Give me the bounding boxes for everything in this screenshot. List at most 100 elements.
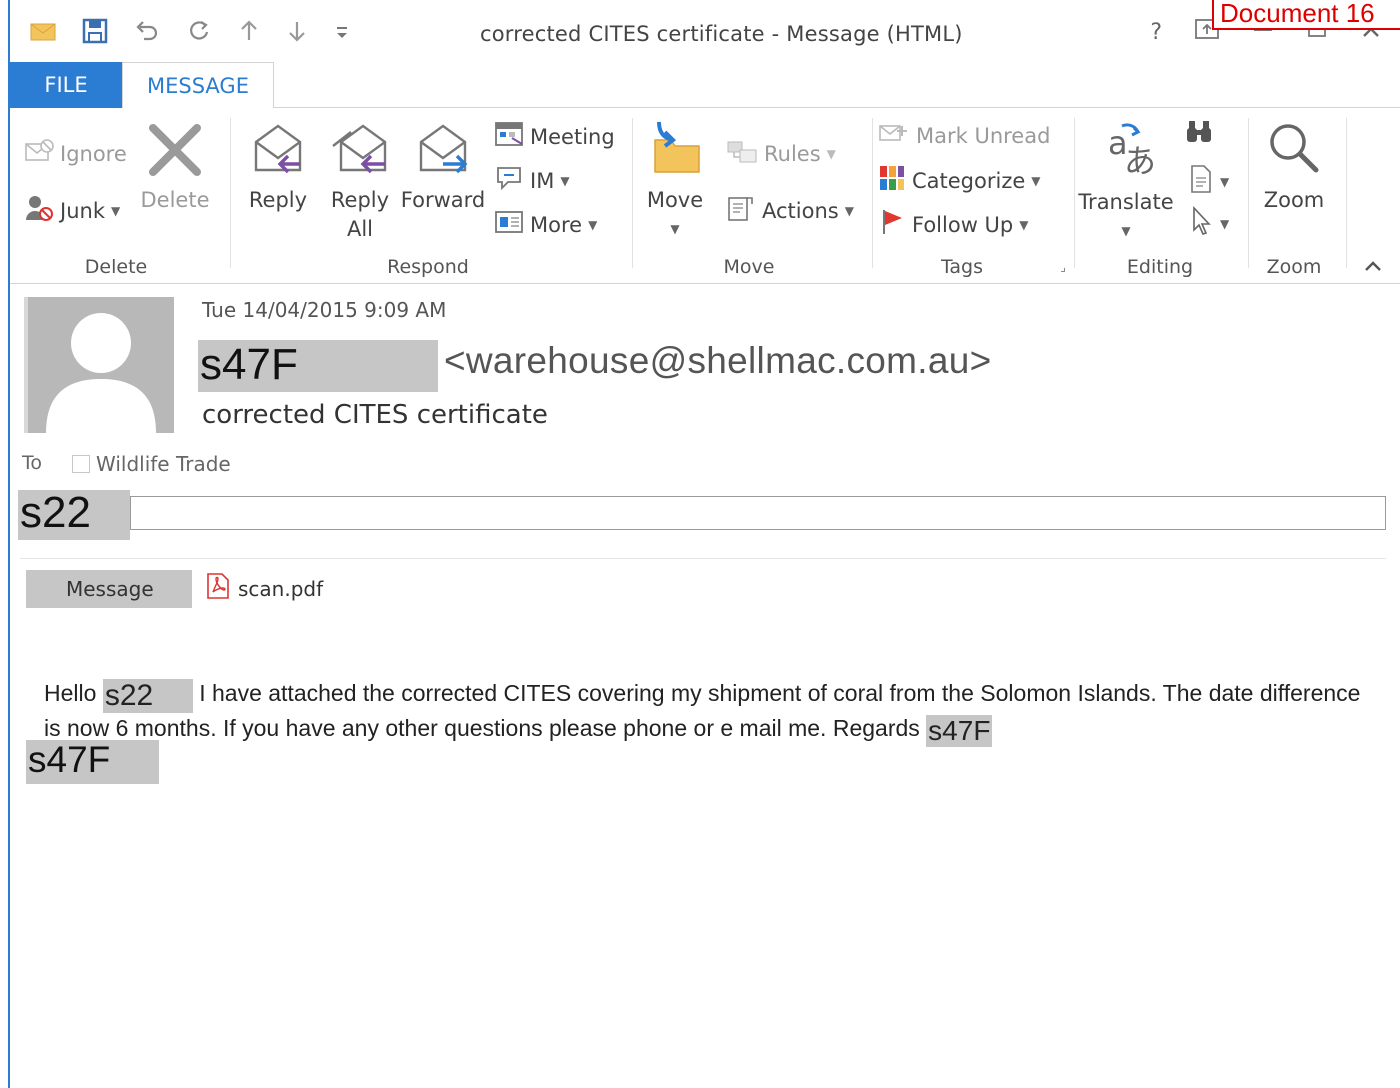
tab-message[interactable]: MESSAGE (122, 62, 274, 109)
undo-icon[interactable] (134, 18, 160, 44)
more-button[interactable]: More ▼ (494, 208, 597, 241)
group-separator (230, 118, 231, 268)
signature-redaction: s47F (26, 740, 159, 784)
meeting-button[interactable]: Meeting (494, 120, 615, 153)
customize-qat-icon[interactable] (334, 18, 350, 44)
body-text: I have attached the corrected CITES cove… (44, 680, 1361, 741)
body-greeting: Hello (44, 680, 97, 706)
ribbon-tabs: FILE MESSAGE (10, 62, 1400, 109)
ignore-icon (24, 138, 54, 169)
save-icon[interactable] (82, 18, 108, 44)
junk-icon (24, 194, 54, 227)
rules-button[interactable]: Rules ▼ (726, 138, 836, 169)
categorize-button[interactable]: Categorize ▼ (878, 164, 1041, 197)
chevron-down-icon: ▼ (560, 173, 570, 188)
group-separator (1248, 118, 1249, 268)
move-button[interactable]: Move ▼ (640, 118, 710, 244)
ribbon: Ignore Junk ▼ Delete Delete Reply Reply … (10, 108, 1400, 284)
mark-unread-icon (878, 120, 910, 151)
recipient-checkbox[interactable] (72, 455, 90, 473)
chevron-down-icon: ▼ (1220, 174, 1230, 189)
actions-icon (726, 194, 756, 227)
im-button[interactable]: IM ▼ (494, 164, 570, 197)
message-body: Hello s22 I have attached the corrected … (44, 678, 1364, 747)
translate-button[interactable]: aあ Translate ▼ (1078, 116, 1174, 246)
reply-icon (250, 120, 306, 186)
ignore-button[interactable]: Ignore (24, 138, 127, 169)
chevron-down-icon: ▼ (1220, 216, 1230, 231)
group-label-delete: Delete (84, 256, 148, 278)
chevron-down-icon: ▼ (110, 203, 121, 218)
magnifier-icon (1264, 118, 1324, 186)
respond-group: Reply Reply All Forward Meeting IM ▼ Mor… (232, 108, 624, 284)
window-title: corrected CITES certificate - Message (H… (480, 22, 963, 46)
chevron-down-icon: ▼ (1031, 173, 1041, 188)
delete-button[interactable]: Delete (140, 122, 210, 215)
to-recipient[interactable]: Wildlife Trade (96, 452, 231, 476)
cursor-icon (1190, 205, 1214, 241)
reply-all-button[interactable]: Reply All (320, 120, 400, 244)
move-group: Move ▼ Rules ▼ Actions ▼ Move (634, 108, 864, 284)
follow-up-button[interactable]: Follow Up ▼ (878, 208, 1028, 241)
binoculars-icon (1184, 118, 1214, 151)
im-icon (494, 164, 524, 197)
attachment-message-tab[interactable]: Message (26, 570, 192, 608)
delete-x-icon (145, 122, 205, 186)
junk-button[interactable]: Junk ▼ (24, 194, 120, 227)
sender-avatar (24, 297, 174, 433)
categorize-icon (878, 164, 906, 197)
group-label-tags: Tags (940, 256, 984, 278)
meeting-icon (494, 120, 524, 153)
greeting-redaction: s22 (102, 679, 193, 713)
tab-file[interactable]: FILE (10, 62, 122, 108)
subject: corrected CITES certificate (202, 400, 548, 430)
chevron-down-icon: ▼ (1019, 217, 1029, 232)
reply-all-icon (329, 120, 391, 186)
title-bar: corrected CITES certificate - Message (H… (10, 0, 1400, 62)
group-separator (1346, 118, 1347, 268)
translate-icon: aあ (1094, 116, 1158, 188)
chevron-down-icon: ▼ (826, 146, 836, 161)
related-button[interactable]: ▼ (1188, 164, 1229, 199)
dialog-launcher-icon[interactable]: ⌟ (1060, 260, 1066, 274)
svg-text:あ: あ (1124, 142, 1156, 180)
group-separator (872, 118, 873, 268)
document-icon (1188, 164, 1214, 199)
flag-icon (878, 208, 906, 241)
zoom-group: Zoom Zoom (1250, 108, 1338, 284)
move-folder-icon (645, 118, 705, 186)
more-icon (494, 208, 524, 241)
chevron-down-icon: ▼ (1121, 224, 1131, 238)
sent-date: Tue 14/04/2015 9:09 AM (202, 298, 447, 322)
mark-unread-button[interactable]: Mark Unread (878, 120, 1050, 151)
arrow-up-icon[interactable] (238, 18, 260, 44)
arrow-down-icon[interactable] (286, 18, 308, 44)
to-label: To (22, 452, 43, 474)
pdf-icon (206, 572, 230, 605)
select-button[interactable]: ▼ (1190, 205, 1230, 241)
envelope-icon[interactable] (30, 20, 56, 42)
tags-group: Mark Unread Categorize ▼ Follow Up ▼ ⌟ T… (874, 108, 1070, 284)
collapse-ribbon-icon[interactable] (1364, 256, 1382, 277)
regards-redaction: s47F (926, 715, 993, 747)
sender-email[interactable]: <warehouse@shellmac.com.au> (444, 340, 992, 382)
chevron-down-icon: ▼ (588, 217, 598, 232)
document-stamp: Document 16 (1212, 0, 1400, 30)
forward-icon (415, 120, 471, 186)
zoom-button[interactable]: Zoom (1254, 118, 1334, 215)
cc-field (130, 496, 1386, 530)
sender-name-redaction: s47F (198, 340, 438, 392)
forward-button[interactable]: Forward (400, 120, 486, 215)
attachment-scan-pdf[interactable]: scan.pdf (206, 572, 323, 605)
chevron-down-icon: ▼ (844, 203, 854, 218)
actions-button[interactable]: Actions ▼ (726, 194, 854, 227)
cc-redaction: s22 (18, 490, 130, 540)
reply-button[interactable]: Reply (240, 120, 316, 215)
group-label-respond: Respond (387, 256, 469, 278)
help-button[interactable]: ? (1150, 20, 1162, 45)
group-label-editing: Editing (1126, 256, 1194, 278)
find-button[interactable] (1184, 118, 1214, 151)
chevron-down-icon: ▼ (670, 222, 680, 236)
redo-icon[interactable] (186, 18, 212, 44)
group-label-zoom: Zoom (1266, 256, 1322, 278)
